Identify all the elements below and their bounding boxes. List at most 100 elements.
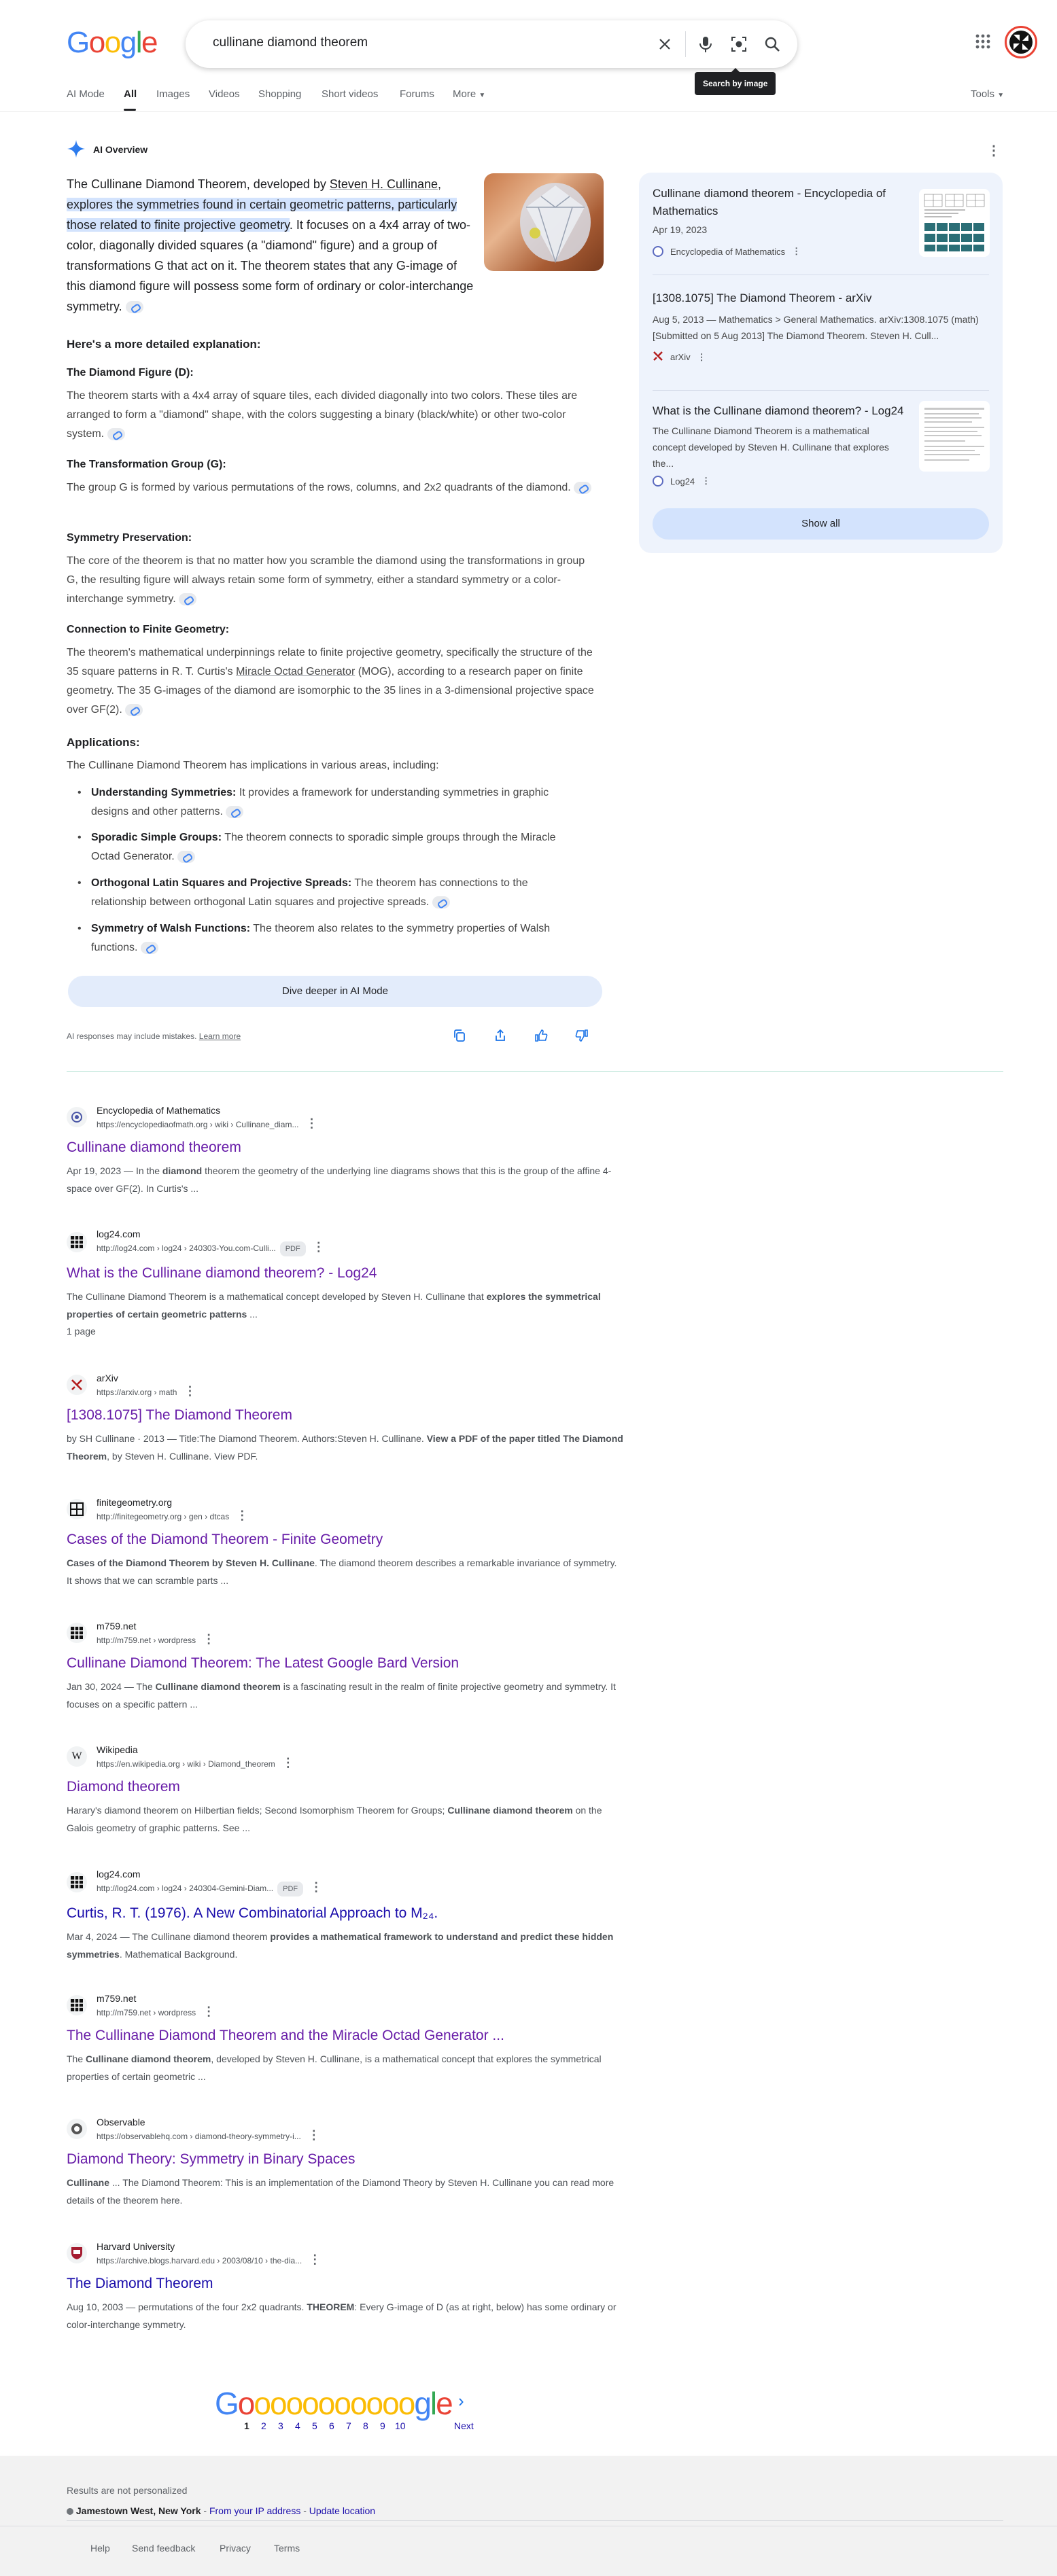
result-title[interactable]: The Diamond Theorem bbox=[67, 2274, 624, 2294]
source-title[interactable]: [1308.1075] The Diamond Theorem - arXiv bbox=[653, 289, 989, 307]
source-card[interactable]: What is the Cullinane diamond theorem? -… bbox=[653, 402, 904, 487]
result-source[interactable]: finitegeometry.org http://finitegeometry.… bbox=[67, 1496, 624, 1523]
citation-link-icon[interactable] bbox=[140, 941, 158, 954]
next-page-link[interactable]: Next bbox=[454, 2420, 474, 2431]
more-options-icon[interactable]: ⋮ bbox=[236, 1508, 248, 1522]
source-thumbnail[interactable] bbox=[919, 189, 990, 257]
result-snippet: Jan 30, 2024 — The Cullinane diamond the… bbox=[67, 1678, 624, 1713]
update-location-link[interactable]: Update location bbox=[309, 2505, 375, 2516]
result-title[interactable]: Cullinane Diamond Theorem: The Latest Go… bbox=[67, 1653, 624, 1674]
more-options-icon[interactable]: ⋮ bbox=[697, 352, 706, 363]
terms-link[interactable]: Terms bbox=[274, 2543, 300, 2554]
result-title[interactable]: Curtis, R. T. (1976). A New Combinatoria… bbox=[67, 1903, 624, 1924]
ai-sparkle-icon bbox=[67, 139, 86, 162]
page-8[interactable]: 8 bbox=[363, 2420, 368, 2431]
clear-icon[interactable] bbox=[653, 33, 676, 56]
source-card[interactable]: Cullinane diamond theorem - Encyclopedia… bbox=[653, 185, 897, 257]
result-source[interactable]: Encyclopedia of Mathematics https://encyc… bbox=[67, 1104, 624, 1131]
citation-link-icon[interactable] bbox=[125, 301, 143, 314]
dive-deeper-button[interactable]: Dive deeper in AI Mode bbox=[68, 976, 602, 1007]
citation-link-icon[interactable] bbox=[432, 896, 450, 908]
source-title[interactable]: What is the Cullinane diamond theorem? -… bbox=[653, 402, 904, 420]
more-options-icon[interactable]: ⋮ bbox=[203, 1632, 215, 1646]
result-title[interactable]: [1308.1075] The Diamond Theorem bbox=[67, 1405, 624, 1426]
tab-forums[interactable]: Forums bbox=[400, 88, 434, 100]
result-title[interactable]: Diamond Theory: Symmetry in Binary Space… bbox=[67, 2149, 624, 2170]
search-icon[interactable] bbox=[761, 33, 784, 56]
result-title[interactable]: Diamond theorem bbox=[67, 1777, 624, 1797]
page-10[interactable]: 10 bbox=[395, 2420, 406, 2431]
page-3[interactable]: 3 bbox=[278, 2420, 283, 2431]
result-source[interactable]: log24.com http://log24.com › log24 › 2403… bbox=[67, 1867, 624, 1896]
result-source[interactable]: W Wikipedia https://en.wikipedia.org › wi… bbox=[67, 1743, 624, 1770]
tab-images[interactable]: Images bbox=[156, 88, 190, 100]
chevron-right-icon[interactable]: › bbox=[458, 2390, 464, 2412]
apps-grid-icon[interactable] bbox=[975, 33, 991, 53]
result-title[interactable]: Cases of the Diamond Theorem - Finite Ge… bbox=[67, 1530, 624, 1550]
learn-more-link[interactable]: Learn more bbox=[199, 1031, 241, 1041]
account-avatar[interactable] bbox=[1005, 26, 1037, 58]
mog-link[interactable]: Miracle Octad Generator bbox=[236, 666, 355, 677]
page-9[interactable]: 9 bbox=[380, 2420, 385, 2431]
send-feedback-link[interactable]: Send feedback bbox=[132, 2543, 195, 2554]
source-card[interactable]: [1308.1075] The Diamond Theorem - arXiv … bbox=[653, 289, 989, 364]
help-link[interactable]: Help bbox=[90, 2543, 110, 2554]
tab-ai-mode[interactable]: AI Mode bbox=[67, 88, 105, 100]
lead-author-link[interactable]: Steven H. Cullinane bbox=[330, 177, 438, 191]
page-6[interactable]: 6 bbox=[329, 2420, 334, 2431]
google-logo[interactable]: Google bbox=[67, 26, 158, 60]
result-source[interactable]: Harvard University https://archive.blogs.… bbox=[67, 2240, 624, 2267]
tab-shopping[interactable]: Shopping bbox=[258, 88, 301, 100]
more-options-icon[interactable]: ⋮ bbox=[203, 2005, 215, 2018]
citation-link-icon[interactable] bbox=[125, 703, 143, 716]
more-options-icon[interactable]: ⋮ bbox=[313, 1240, 325, 1254]
thumbs-down-icon[interactable] bbox=[572, 1026, 591, 1045]
search-input[interactable]: cullinane diamond theorem bbox=[213, 35, 368, 50]
source-title[interactable]: Cullinane diamond theorem - Encyclopedia… bbox=[653, 185, 897, 220]
search-box[interactable]: cullinane diamond theorem bbox=[186, 20, 797, 68]
page-5[interactable]: 5 bbox=[312, 2420, 317, 2431]
more-options-icon[interactable]: ⋮ bbox=[282, 1756, 294, 1769]
camera-lens-icon[interactable] bbox=[727, 33, 750, 56]
citation-link-icon[interactable] bbox=[179, 593, 197, 605]
tab-all[interactable]: All bbox=[124, 88, 137, 100]
show-all-button[interactable]: Show all bbox=[653, 508, 989, 540]
page-4[interactable]: 4 bbox=[295, 2420, 300, 2431]
more-options-icon[interactable]: ⋮ bbox=[701, 476, 710, 487]
thumbs-up-icon[interactable] bbox=[532, 1026, 551, 1045]
citation-link-icon[interactable] bbox=[574, 481, 592, 494]
result-source[interactable]: log24.com http://log24.com › log24 › 2403… bbox=[67, 1227, 624, 1256]
tab-short-videos[interactable]: Short videos bbox=[322, 88, 378, 100]
more-options-icon[interactable]: ⋮ bbox=[792, 246, 801, 257]
more-options-icon[interactable]: ⋮ bbox=[310, 1880, 322, 1894]
result-title[interactable]: The Cullinane Diamond Theorem and the Mi… bbox=[67, 2026, 624, 2046]
more-options-icon[interactable]: ⋮ bbox=[305, 1116, 317, 1130]
diamond-thumbnail[interactable] bbox=[484, 173, 604, 271]
result-source[interactable]: Observable https://observablehq.com › dia… bbox=[67, 2115, 624, 2142]
result-source[interactable]: m759.net http://m759.net › wordpress ⋮ bbox=[67, 1992, 624, 2019]
more-options-icon[interactable]: ⋮ bbox=[987, 142, 1001, 159]
microphone-icon[interactable] bbox=[694, 33, 717, 56]
page-2[interactable]: 2 bbox=[261, 2420, 266, 2431]
result-title[interactable]: Cullinane diamond theorem bbox=[67, 1137, 624, 1158]
result-source[interactable]: arXiv https://arxiv.org › math ⋮ bbox=[67, 1371, 624, 1398]
result-source[interactable]: m759.net http://m759.net › wordpress ⋮ bbox=[67, 1619, 624, 1646]
share-icon[interactable] bbox=[491, 1026, 510, 1045]
page-7[interactable]: 7 bbox=[346, 2420, 351, 2431]
more-options-icon[interactable]: ⋮ bbox=[309, 2253, 321, 2266]
citation-link-icon[interactable] bbox=[107, 427, 125, 440]
source-thumbnail[interactable] bbox=[919, 401, 990, 472]
privacy-link[interactable]: Privacy bbox=[220, 2543, 251, 2554]
from-ip-link[interactable]: From your IP address bbox=[209, 2505, 300, 2516]
tab-more[interactable]: More ▼ bbox=[453, 88, 485, 100]
section-heading: The Diamond Figure (D): bbox=[67, 367, 194, 378]
more-options-icon[interactable]: ⋮ bbox=[184, 1384, 196, 1398]
section-body: The theorem starts with a 4x4 array of s… bbox=[67, 390, 578, 440]
more-options-icon[interactable]: ⋮ bbox=[308, 2128, 320, 2142]
result-title[interactable]: What is the Cullinane diamond theorem? -… bbox=[67, 1263, 624, 1284]
citation-link-icon[interactable] bbox=[226, 805, 244, 818]
tools-button[interactable]: Tools ▼ bbox=[971, 88, 1004, 100]
tab-videos[interactable]: Videos bbox=[209, 88, 240, 100]
copy-icon[interactable] bbox=[450, 1026, 469, 1045]
citation-link-icon[interactable] bbox=[177, 850, 196, 863]
